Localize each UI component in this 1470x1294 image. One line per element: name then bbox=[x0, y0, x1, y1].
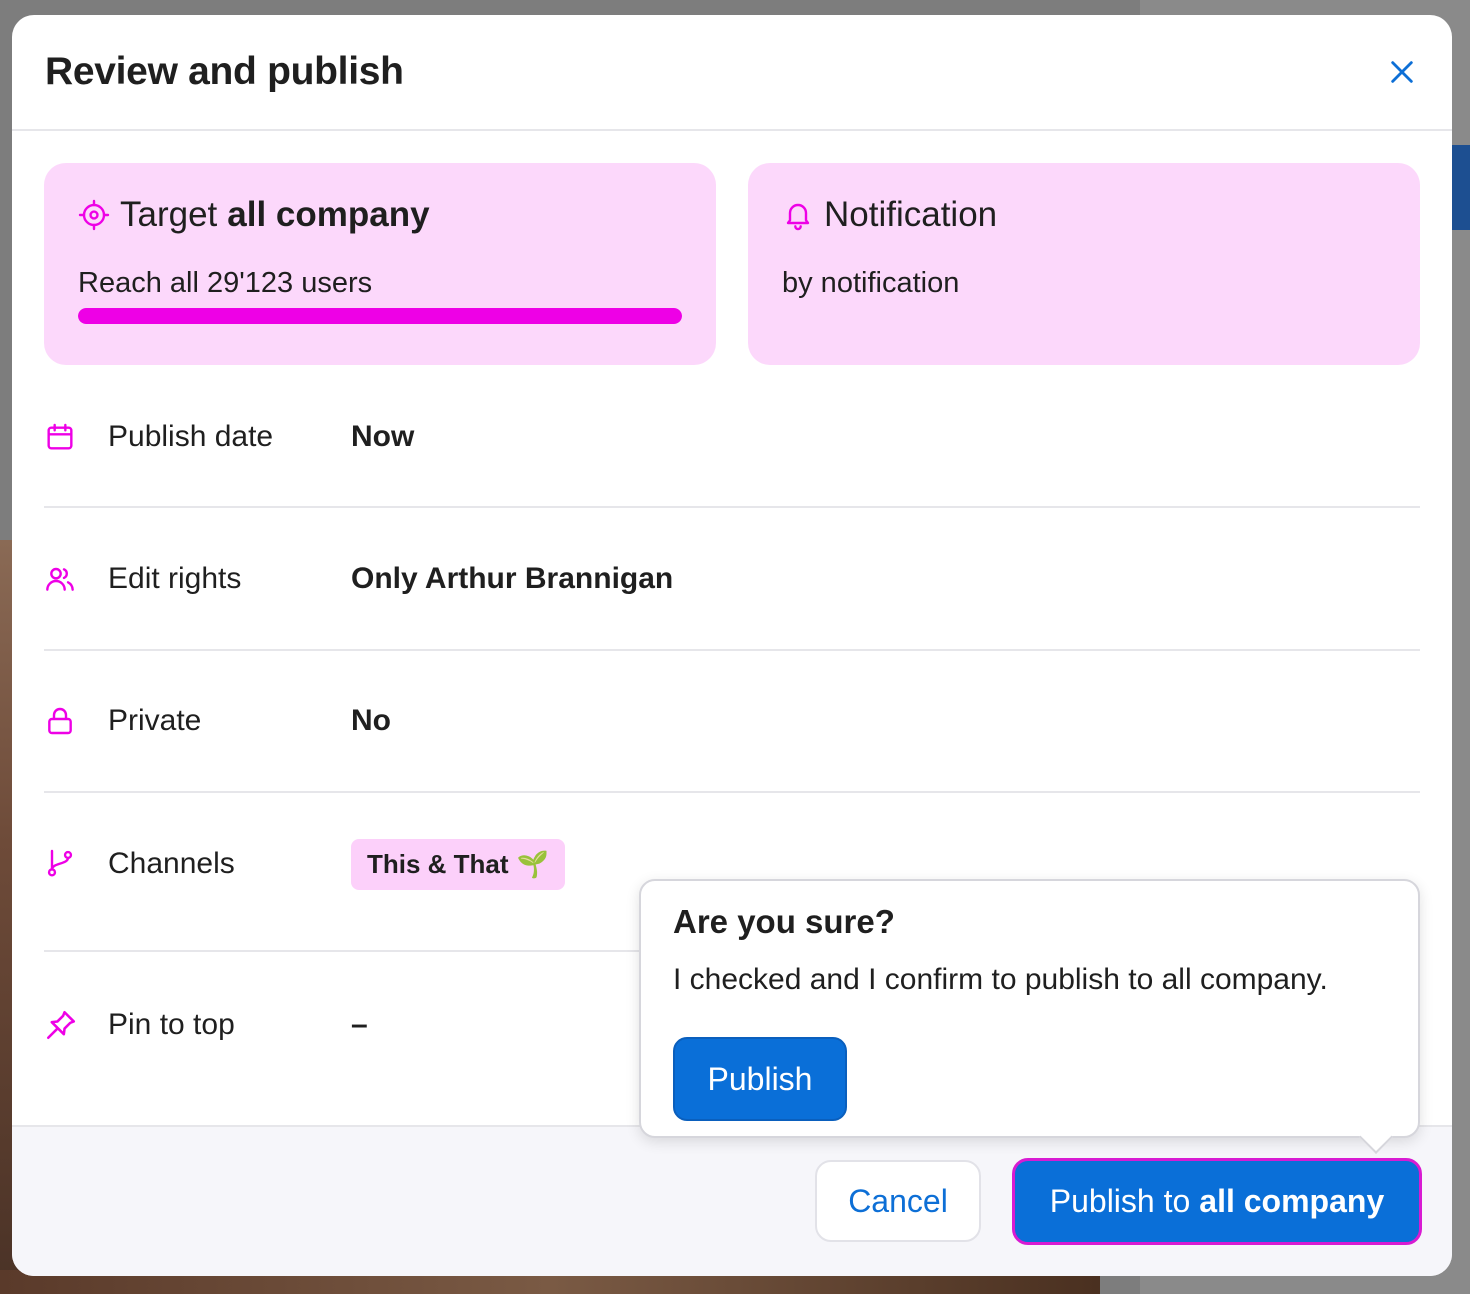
confirm-popover: Are you sure? I checked and I confirm to… bbox=[639, 879, 1420, 1138]
pin-to-top-value: – bbox=[351, 1007, 368, 1041]
publish-to-all-company-button[interactable]: Publish to all company bbox=[1012, 1158, 1422, 1245]
dialog-header: Review and publish bbox=[12, 15, 1452, 131]
lock-icon bbox=[44, 705, 108, 737]
target-label: Target bbox=[120, 195, 218, 234]
branch-icon bbox=[44, 847, 108, 879]
confirm-text: I checked and I confirm to publish to al… bbox=[673, 963, 1328, 996]
pin-to-top-label: Pin to top bbox=[108, 1007, 235, 1041]
publish-scope: all company bbox=[1199, 1183, 1385, 1219]
reach-text: Reach all 29'123 users bbox=[78, 267, 373, 299]
confirm-title: Are you sure? bbox=[673, 903, 895, 940]
target-card-title: Target all company bbox=[78, 193, 682, 237]
publish-date-label: Publish date bbox=[108, 419, 274, 453]
reach-progress-fill bbox=[78, 308, 682, 324]
publish-prefix: Publish to bbox=[1049, 1183, 1191, 1219]
notification-title: Notification bbox=[824, 195, 998, 234]
private-value: No bbox=[351, 704, 391, 737]
private-label: Private bbox=[108, 704, 202, 737]
close-icon bbox=[1391, 61, 1413, 83]
channels-label: Channels bbox=[108, 847, 235, 880]
calendar-icon bbox=[44, 421, 108, 453]
channel-chip[interactable]: This & That 🌱 bbox=[351, 839, 565, 890]
edit-rights-value: Only Arthur Brannigan bbox=[351, 561, 674, 595]
review-publish-dialog: Review and publish Target all company Re bbox=[12, 15, 1452, 1276]
dialog-title: Review and publish bbox=[45, 50, 404, 93]
publish-date-value: Now bbox=[351, 419, 415, 453]
summary-cards: Target all company Reach all 29'123 user… bbox=[44, 163, 1420, 365]
row-private: Private No bbox=[44, 651, 1420, 793]
edit-rights-label: Edit rights bbox=[108, 561, 242, 595]
close-button[interactable] bbox=[1382, 52, 1422, 92]
target-scope: all company bbox=[227, 195, 430, 234]
cancel-button[interactable]: Cancel bbox=[815, 1160, 981, 1242]
confirm-publish-button[interactable]: Publish bbox=[673, 1037, 847, 1121]
target-card: Target all company Reach all 29'123 user… bbox=[44, 163, 716, 365]
seedling-icon: 🌱 bbox=[516, 849, 549, 879]
notification-card-title: Notification bbox=[782, 193, 1386, 237]
channel-chip-label: This & That bbox=[367, 849, 509, 879]
pin-icon bbox=[44, 1008, 108, 1042]
users-icon bbox=[44, 563, 108, 595]
target-icon bbox=[78, 199, 110, 231]
bell-icon bbox=[782, 199, 814, 231]
row-edit-rights: Edit rights Only Arthur Brannigan bbox=[44, 508, 1420, 651]
notification-card: Notification by notification bbox=[748, 163, 1420, 365]
notification-subtitle: by notification bbox=[782, 267, 960, 299]
reach-progress-bar bbox=[78, 308, 682, 324]
row-publish-date: Publish date Now bbox=[44, 365, 1420, 508]
